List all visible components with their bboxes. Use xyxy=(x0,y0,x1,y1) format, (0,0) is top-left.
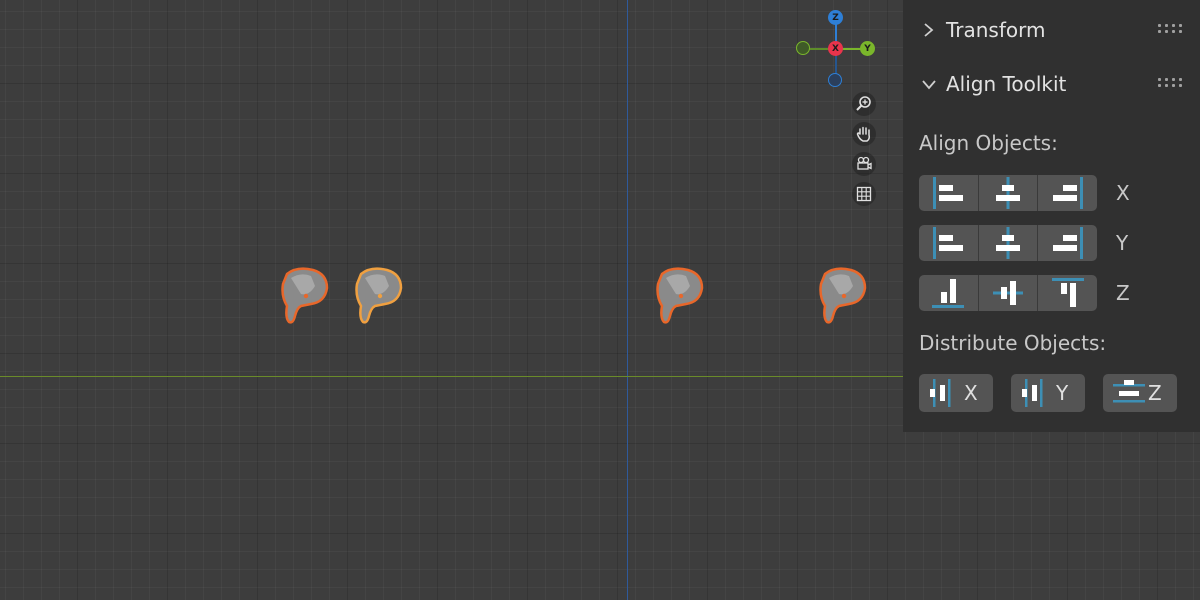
distribute-x-icon xyxy=(930,379,951,407)
drag-handle-icon[interactable] xyxy=(1158,24,1184,36)
align-toolkit-panel-title: Align Toolkit xyxy=(946,72,1067,96)
x-axis-line xyxy=(0,376,903,377)
align-y-min-button[interactable] xyxy=(919,225,979,261)
align-bottom-icon xyxy=(932,279,965,308)
align-z-top-button[interactable] xyxy=(1038,275,1097,311)
navigation-gizmo[interactable]: Z X Y xyxy=(790,6,882,96)
align-toolkit-panel-header[interactable]: Align Toolkit xyxy=(903,62,1200,106)
align-min-icon xyxy=(933,227,964,259)
camera-view-icon xyxy=(857,156,872,170)
align-y-row xyxy=(919,225,1097,261)
align-y-axis-label: Y xyxy=(1116,231,1129,255)
y-axis-line xyxy=(627,0,628,600)
zoom-button[interactable] xyxy=(852,92,876,116)
distribute-z-button[interactable]: Z xyxy=(1103,374,1177,412)
zoom-icon xyxy=(856,96,871,111)
grid-view-icon xyxy=(856,186,872,202)
align-x-center-button[interactable] xyxy=(978,175,1039,211)
gizmo-z-negative[interactable] xyxy=(828,73,842,87)
rock-object[interactable] xyxy=(654,266,710,326)
align-y-center-button[interactable] xyxy=(978,225,1039,261)
sidebar-panel: Transform Align Toolkit Align Objects: X… xyxy=(903,0,1200,432)
align-x-row xyxy=(919,175,1097,211)
distribute-y-icon xyxy=(1022,379,1043,407)
align-objects-label: Align Objects: xyxy=(919,131,1058,155)
gizmo-z-positive[interactable]: Z xyxy=(828,10,843,25)
align-z-axis-label: Z xyxy=(1116,281,1130,305)
grid-view-button[interactable] xyxy=(852,182,876,206)
drag-handle-icon[interactable] xyxy=(1158,78,1184,90)
distribute-x-label: X xyxy=(964,381,978,405)
align-min-icon xyxy=(933,177,964,209)
align-max-icon xyxy=(1052,177,1083,209)
chevron-down-icon xyxy=(922,80,936,90)
align-max-icon xyxy=(1052,227,1083,259)
align-y-max-button[interactable] xyxy=(1038,225,1097,261)
pan-button[interactable] xyxy=(852,122,876,146)
gizmo-y-negative[interactable] xyxy=(796,41,810,55)
rock-object-active[interactable] xyxy=(353,266,409,326)
pan-hand-icon xyxy=(856,126,870,142)
transform-panel-title: Transform xyxy=(946,18,1046,42)
gizmo-y-positive[interactable]: Y xyxy=(860,41,875,56)
rock-object[interactable] xyxy=(817,266,873,326)
align-top-icon xyxy=(1051,278,1084,307)
distribute-z-icon xyxy=(1113,380,1145,403)
align-z-bottom-button[interactable] xyxy=(919,275,979,311)
distribute-y-button[interactable]: Y xyxy=(1011,374,1085,412)
align-z-middle-button[interactable] xyxy=(978,275,1039,311)
distribute-objects-label: Distribute Objects: xyxy=(919,331,1107,355)
align-x-max-button[interactable] xyxy=(1038,175,1097,211)
distribute-z-label: Z xyxy=(1148,381,1162,405)
chevron-right-icon xyxy=(924,23,934,37)
align-center-icon xyxy=(996,177,1020,209)
align-z-row xyxy=(919,275,1097,311)
gizmo-x-positive[interactable]: X xyxy=(828,41,843,56)
rock-object[interactable] xyxy=(279,266,335,326)
distribute-y-label: Y xyxy=(1056,381,1069,405)
align-x-min-button[interactable] xyxy=(919,175,979,211)
transform-panel-header[interactable]: Transform xyxy=(903,8,1200,52)
align-center-icon xyxy=(996,227,1020,259)
align-x-axis-label: X xyxy=(1116,181,1130,205)
camera-view-button[interactable] xyxy=(852,152,876,176)
align-middle-icon xyxy=(993,281,1023,305)
distribute-x-button[interactable]: X xyxy=(919,374,993,412)
